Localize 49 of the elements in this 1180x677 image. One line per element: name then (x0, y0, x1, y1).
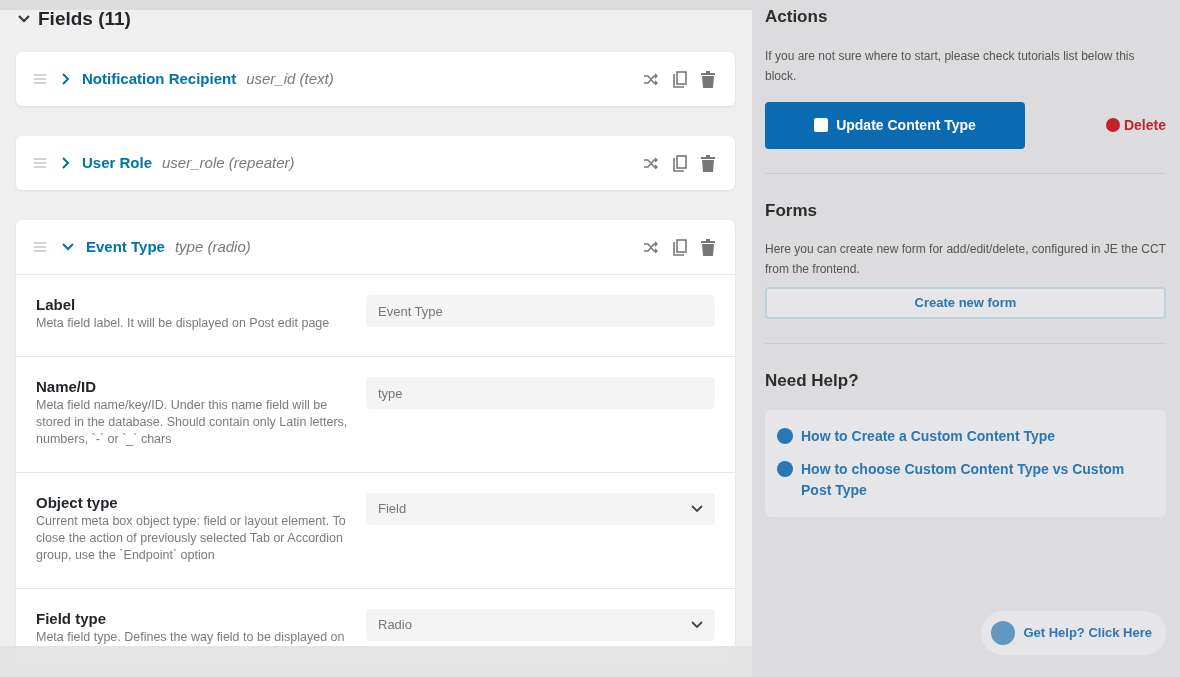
trash-icon[interactable] (701, 154, 715, 172)
field-title[interactable]: User Role (82, 151, 153, 175)
setting-description: Meta field label. It will be displayed on Post edit page (36, 315, 331, 332)
shuffle-icon[interactable] (643, 241, 659, 253)
create-form-button[interactable]: Create new form (765, 287, 1166, 319)
help-link[interactable]: How to Create a Custom Content Type (777, 419, 1154, 453)
section-heading: Need Help? (765, 370, 860, 392)
chevron-right-icon[interactable] (62, 73, 70, 85)
chevron-down-icon[interactable] (62, 243, 74, 251)
copy-icon[interactable] (673, 154, 687, 172)
shuffle-icon[interactable] (643, 157, 659, 169)
section-title: Fields (11) (38, 6, 131, 31)
field-meta: user_id (text) (246, 68, 334, 89)
drag-handle-icon[interactable] (34, 242, 46, 252)
copy-icon[interactable] (673, 70, 687, 88)
setting-label: Label (36, 295, 77, 315)
shuffle-icon[interactable] (643, 73, 659, 85)
input-field[interactable]: Event Type (366, 295, 715, 327)
setting-description: Current meta box object type: field or layout element. To close the action of previously selected Tab or Accordion group, use the `Endpoint` option (36, 513, 347, 564)
field-title[interactable]: Event Type (86, 235, 165, 259)
help-link[interactable]: How to choose Custom Content Type vs Custom Post Type (777, 452, 1154, 507)
chevron-right-icon[interactable] (62, 157, 70, 169)
field-title[interactable]: Notification Recipient (82, 67, 237, 91)
delete-link[interactable]: Delete (1105, 114, 1166, 136)
section-heading: Forms (765, 199, 818, 222)
trash-icon[interactable] (701, 238, 715, 256)
help-text: If you are not sure where to start, please check tutorials list below this block. (765, 47, 1136, 85)
select-field[interactable]: Field (366, 493, 715, 525)
setting-label: Object type (36, 493, 119, 513)
copy-icon[interactable] (673, 238, 687, 256)
caret-icon (691, 621, 703, 629)
save-icon (814, 118, 829, 132)
setting-label: Name/ID (36, 377, 98, 397)
setting-description: Meta field type. Defines the way field to be displayed on (36, 629, 346, 646)
chevron-down-icon[interactable] (18, 15, 30, 23)
setting-description: Meta field name/key/ID. Under this name field will be stored in the database. Should contain only Latin letters, numbers, `-` or `_` chars (36, 397, 349, 448)
field-meta: user_role (repeater) (162, 152, 295, 173)
setting-label: Field type (36, 609, 107, 629)
section-heading: Actions (765, 6, 829, 28)
caret-icon (691, 505, 703, 513)
update-button[interactable]: Update Content Type (765, 101, 1025, 149)
help-text: Here you can create new form for add/edit/delete, configured in JE the CCT from the frontend. (765, 241, 1166, 278)
field-meta: type (radio) (174, 236, 251, 257)
select-field[interactable]: Radio (366, 609, 715, 641)
drag-handle-icon[interactable] (34, 158, 46, 168)
drag-handle-icon[interactable] (34, 74, 46, 84)
trash-icon[interactable] (701, 70, 715, 88)
input-field[interactable]: type (366, 377, 715, 409)
help-button[interactable]: Get Help? Click Here (981, 610, 1166, 655)
